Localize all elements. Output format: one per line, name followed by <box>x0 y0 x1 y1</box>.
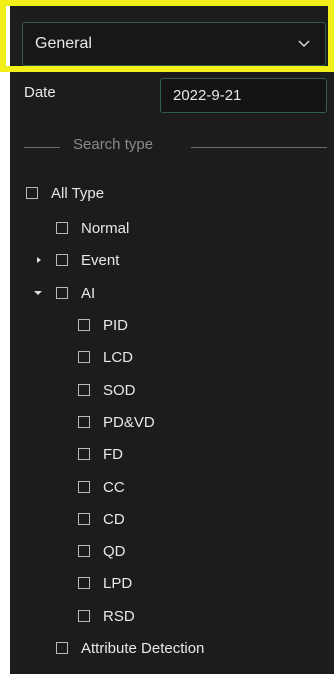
ai-option-pid[interactable]: PID <box>78 314 128 336</box>
cd-label: CD <box>103 510 125 528</box>
ai-option-fd[interactable]: FD <box>78 443 123 465</box>
ai-option-cc[interactable]: CC <box>78 476 125 498</box>
section-divider-left <box>24 147 60 148</box>
search-mode-value: General <box>35 35 92 52</box>
ai-option-pdvd[interactable]: PD&VD <box>78 411 155 433</box>
caret-right-icon[interactable] <box>35 256 43 264</box>
lcd-checkbox[interactable] <box>78 351 90 363</box>
rsd-label: RSD <box>103 607 135 625</box>
all-type-option[interactable]: All Type <box>26 182 104 204</box>
date-label: Date <box>24 84 56 101</box>
attribute-detection-checkbox[interactable] <box>56 642 68 654</box>
section-divider-right <box>191 147 327 148</box>
cc-label: CC <box>103 478 125 496</box>
pdvd-checkbox[interactable] <box>78 416 90 428</box>
ai-option[interactable]: AI <box>56 282 95 304</box>
ai-option-lcd[interactable]: LCD <box>78 346 133 368</box>
caret-down-icon[interactable] <box>34 289 42 297</box>
attribute-detection-option[interactable]: Attribute Detection <box>56 637 204 659</box>
date-field[interactable]: 2022-9-21 <box>160 78 327 113</box>
search-type-title: Search type <box>73 136 154 153</box>
search-mode-dropdown[interactable]: General <box>22 22 326 66</box>
lcd-label: LCD <box>103 348 134 366</box>
ai-option-lpd[interactable]: LPD <box>78 572 132 594</box>
attribute-detection-label: Attribute Detection <box>81 639 205 657</box>
event-label: Event <box>81 251 120 269</box>
ai-option-rsd[interactable]: RSD <box>78 605 135 627</box>
all-type-label: All Type <box>51 184 105 202</box>
ai-label: AI <box>81 284 96 302</box>
normal-option[interactable]: Normal <box>56 217 129 239</box>
pid-checkbox[interactable] <box>78 319 90 331</box>
sod-label: SOD <box>103 381 136 399</box>
qd-label: QD <box>103 542 126 560</box>
normal-label: Normal <box>81 219 130 237</box>
ai-option-sod[interactable]: SOD <box>78 379 136 401</box>
ai-option-qd[interactable]: QD <box>78 540 126 562</box>
ai-checkbox[interactable] <box>56 287 68 299</box>
rsd-checkbox[interactable] <box>78 610 90 622</box>
normal-checkbox[interactable] <box>56 222 68 234</box>
event-option[interactable]: Event <box>56 249 119 271</box>
fd-checkbox[interactable] <box>78 448 90 460</box>
ai-option-cd[interactable]: CD <box>78 508 125 530</box>
event-checkbox[interactable] <box>56 254 68 266</box>
qd-checkbox[interactable] <box>78 545 90 557</box>
lpd-label: LPD <box>103 574 133 592</box>
sod-checkbox[interactable] <box>78 384 90 396</box>
all-type-checkbox[interactable] <box>26 187 38 199</box>
pdvd-label: PD&VD <box>103 413 155 431</box>
cc-checkbox[interactable] <box>78 481 90 493</box>
pid-label: PID <box>103 316 129 334</box>
cd-checkbox[interactable] <box>78 513 90 525</box>
lpd-checkbox[interactable] <box>78 577 90 589</box>
chevron-down-icon <box>298 40 310 48</box>
fd-label: FD <box>103 445 123 463</box>
